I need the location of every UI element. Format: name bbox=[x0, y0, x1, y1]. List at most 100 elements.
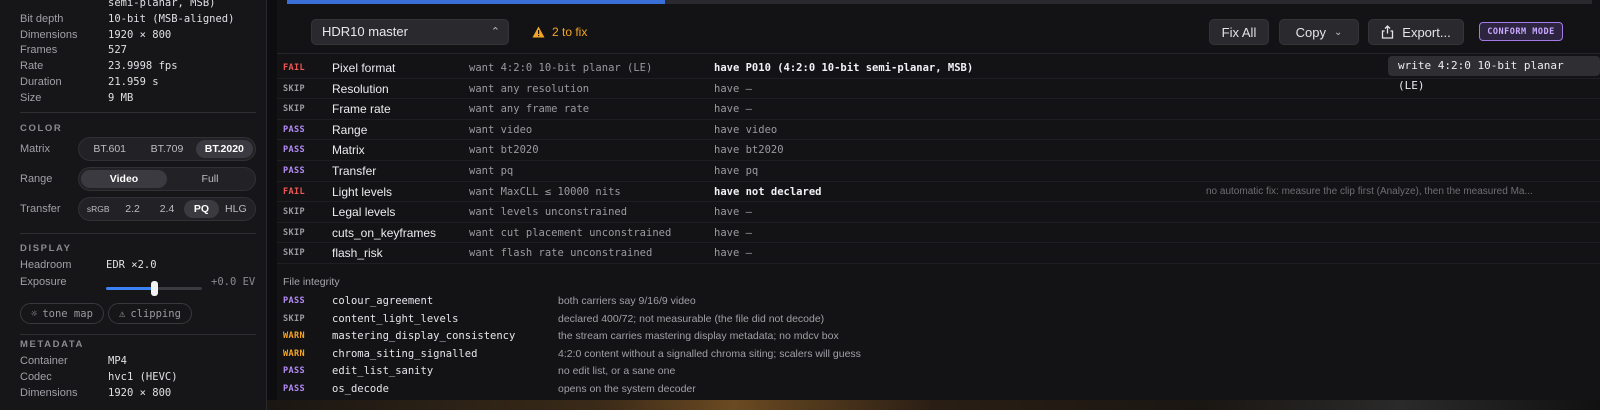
check-row: SKIP cuts_on_keyframes want cut placement … bbox=[277, 223, 1600, 244]
check-row: SKIP Resolution want any resolution have — bbox=[277, 79, 1600, 100]
transfer-label: Transfer bbox=[20, 203, 61, 215]
status-badge: WARN bbox=[283, 348, 306, 359]
file-info-value: 21.959 s bbox=[108, 76, 159, 88]
range-option-video[interactable]: Video bbox=[81, 170, 167, 188]
check-name: Pixel format bbox=[332, 61, 396, 75]
check-have: have — bbox=[714, 226, 752, 239]
check-have: have not declared bbox=[714, 185, 822, 198]
preset-select[interactable]: HDR10 master ⌃ bbox=[311, 19, 509, 45]
matrix-option-bt601[interactable]: BT.601 bbox=[81, 140, 138, 158]
integrity-row: PASS os_decode opens on the system decoder bbox=[277, 381, 1600, 399]
clipping-label: clipping bbox=[130, 307, 181, 320]
fix-count-text: 2 to fix bbox=[552, 25, 588, 39]
check-name: Light levels bbox=[332, 184, 393, 199]
display-section-title: DISPLAY bbox=[20, 243, 72, 254]
status-badge: PASS bbox=[283, 145, 306, 156]
integrity-check-name: mastering_display_consistency bbox=[332, 330, 516, 343]
integrity-check-name: edit_list_sanity bbox=[332, 365, 434, 378]
warning-icon: ⚠ bbox=[119, 307, 126, 320]
fix-all-button[interactable]: Fix All bbox=[1209, 19, 1269, 45]
status-badge: FAIL bbox=[283, 63, 306, 73]
check-name: Transfer bbox=[332, 164, 377, 178]
check-row: PASS Matrix want bt2020 have bt2020 bbox=[277, 140, 1600, 161]
file-info-value: 1920 × 800 bbox=[108, 28, 172, 41]
check-name: Legal levels bbox=[332, 205, 396, 220]
status-badge: SKIP bbox=[283, 104, 306, 115]
file-integrity-title: File integrity bbox=[283, 276, 340, 288]
export-button[interactable]: Export... bbox=[1368, 19, 1464, 45]
check-have: have pq bbox=[714, 165, 759, 177]
integrity-check-description: both carriers say 9/16/9 video bbox=[558, 295, 696, 307]
integrity-check-name: chroma_siting_signalled bbox=[332, 347, 478, 360]
headroom-label: Headroom bbox=[20, 259, 72, 271]
conform-panel: HDR10 master ⌃ 2 to fix Fix All Copy ⌄ E… bbox=[277, 0, 1600, 410]
check-have: have — bbox=[714, 103, 752, 116]
status-badge: SKIP bbox=[283, 83, 306, 94]
check-have: have video bbox=[714, 123, 778, 136]
check-want: want bt2020 bbox=[469, 144, 539, 157]
check-name: Range bbox=[332, 122, 368, 137]
transfer-option-srgb[interactable]: sRGB bbox=[81, 200, 115, 218]
metadata-value: hvc1 (HEVC) bbox=[108, 371, 178, 383]
matrix-segmented-control: BT.601 BT.709 BT.2020 bbox=[78, 137, 256, 161]
exposure-slider[interactable] bbox=[106, 281, 202, 296]
toolbar: HDR10 master ⌃ 2 to fix Fix All Copy ⌄ E… bbox=[277, 10, 1600, 54]
file-info-key: Rate bbox=[20, 60, 44, 73]
status-badge: PASS bbox=[283, 296, 306, 306]
preset-value: HDR10 master bbox=[322, 24, 408, 39]
integrity-check-name: os_decode bbox=[332, 383, 389, 395]
timeline-progress-fill bbox=[287, 0, 666, 4]
transfer-option-24[interactable]: 2.4 bbox=[150, 200, 184, 218]
copy-button[interactable]: Copy ⌄ bbox=[1279, 19, 1359, 45]
integrity-row: SKIP content_light_levels declared 400/72;… bbox=[277, 311, 1600, 329]
fix-all-label: Fix All bbox=[1221, 24, 1257, 40]
clipping-toggle[interactable]: ⚠ clipping bbox=[108, 303, 192, 324]
status-badge: PASS bbox=[283, 124, 306, 135]
check-want: want flash rate unconstrained bbox=[469, 247, 653, 260]
timeline-progress[interactable] bbox=[287, 0, 1592, 4]
integrity-check-description: 4:2:0 content without a signalled chroma… bbox=[558, 347, 861, 360]
status-badge: SKIP bbox=[283, 313, 306, 324]
integrity-check-description: declared 400/72; not measurable (the fil… bbox=[558, 312, 825, 325]
metadata-key: Dimensions bbox=[20, 387, 78, 399]
metadata-value: 1920 × 800 bbox=[108, 387, 172, 399]
check-have: have — bbox=[714, 82, 752, 95]
check-row: FAIL Pixel format want 4:2:0 10-bit planar… bbox=[277, 56, 1600, 92]
transfer-option-pq[interactable]: PQ bbox=[184, 200, 219, 218]
fix-action-button[interactable]: write 4:2:0 10-bit planar (LE) bbox=[1388, 56, 1600, 92]
check-name: Frame rate bbox=[332, 102, 391, 117]
status-badge: WARN bbox=[283, 331, 306, 342]
matrix-option-bt709[interactable]: BT.709 bbox=[138, 140, 195, 158]
transfer-option-22[interactable]: 2.2 bbox=[115, 200, 149, 218]
file-info-value: 23.9998 fps bbox=[108, 60, 178, 73]
matrix-option-bt2020[interactable]: BT.2020 bbox=[195, 140, 253, 158]
tone-map-toggle[interactable]: ☼ tone map bbox=[20, 303, 104, 324]
exposure-slider-handle[interactable] bbox=[151, 281, 158, 296]
file-info-key: Size bbox=[20, 91, 42, 104]
check-row: SKIP Legal levels want levels unconstraine… bbox=[277, 202, 1600, 223]
range-option-full[interactable]: Full bbox=[167, 170, 253, 188]
transfer-option-hlg[interactable]: HLG bbox=[219, 200, 253, 218]
export-label: Export... bbox=[1402, 24, 1451, 40]
check-note: no automatic fix: measure the clip first… bbox=[1206, 185, 1533, 197]
exposure-value: +0.0 EV bbox=[211, 276, 256, 288]
integrity-row: PASS colour_agreement both carriers say 9/… bbox=[277, 293, 1600, 311]
file-info-key: Bit depth bbox=[20, 12, 64, 25]
status-badge: PASS bbox=[283, 366, 306, 377]
check-row: PASS Transfer want pq have pq bbox=[277, 161, 1600, 182]
integrity-check-description: opens on the system decoder bbox=[558, 383, 696, 395]
status-badge: PASS bbox=[283, 166, 306, 176]
metadata-key: Container bbox=[20, 355, 68, 367]
headroom-value: EDR ×2.0 bbox=[106, 259, 157, 271]
check-name: Resolution bbox=[332, 81, 389, 96]
check-name: cuts_on_keyframes bbox=[332, 225, 437, 240]
share-icon bbox=[1382, 25, 1394, 39]
conform-mode-badge[interactable]: CONFORM MODE bbox=[1479, 22, 1563, 41]
status-badge: SKIP bbox=[283, 248, 306, 259]
range-label: Range bbox=[20, 173, 53, 185]
integrity-check-description: the stream carries mastering display met… bbox=[558, 330, 839, 343]
warning-icon bbox=[532, 26, 545, 38]
status-badge: SKIP bbox=[283, 227, 306, 238]
check-have: have bt2020 bbox=[714, 144, 784, 157]
check-have: have — bbox=[714, 206, 752, 219]
